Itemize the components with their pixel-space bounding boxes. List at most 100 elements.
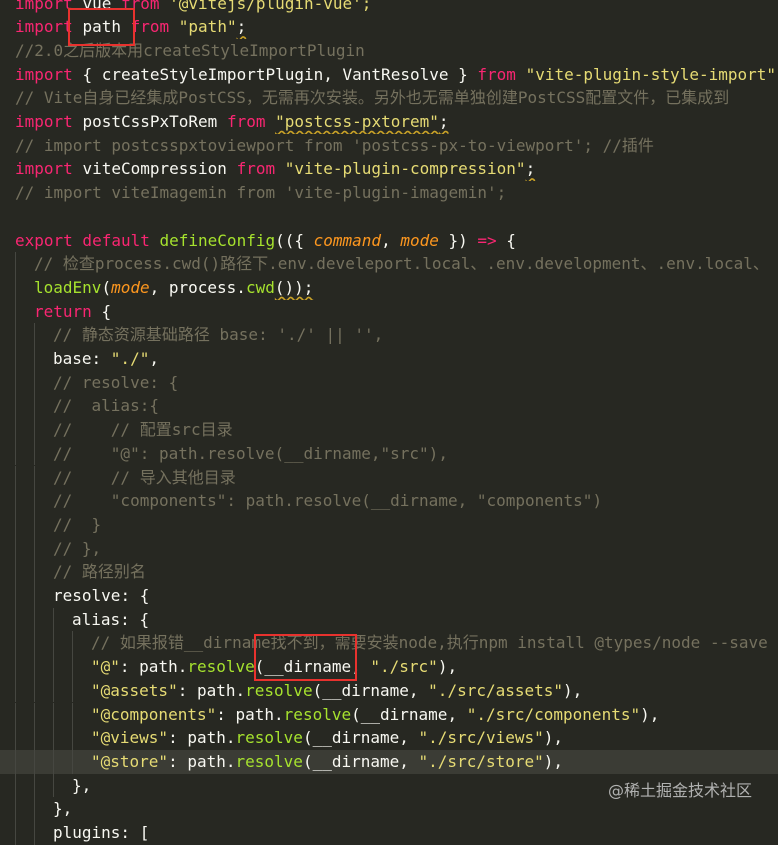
code-token: ()); [274,277,314,297]
code-token: resolve [245,680,313,700]
code-token: mode [111,277,150,297]
code-line: return { [0,299,778,324]
code-token: }, [72,775,92,795]
code-text: import viteCompression from "vite-plugin… [15,157,535,181]
code-token: "@components" [91,704,217,724]
code-token: postCssPxToRem [82,112,227,131]
code-token: => [477,230,497,250]
code-token: // import viteImagemin from 'vite-plugin… [15,183,507,203]
code-token: // } [53,514,102,534]
code-text: // 路径别名 [53,560,146,584]
code-token: (__dirname, [351,704,467,724]
code-token: // resolve: { [53,372,179,392]
code-token: "./src/views" [418,728,544,748]
code-token: , [149,349,159,368]
code-line: // import viteImagemin from 'vite-plugin… [0,181,778,205]
code-token: // "@": path.resolve(__dirname,"src"), [53,443,448,463]
code-token: from [477,64,526,84]
code-token: ( [101,277,112,297]
code-token: resolve [283,704,352,724]
code-token: import [15,159,83,179]
indent-guide [34,418,35,442]
code-line: "@views": path.resolve(__dirname, "./src… [0,726,778,750]
code-line: import { createStyleImportPlugin, VantRe… [0,63,778,87]
code-token: "./src/components" [466,704,641,724]
code-text: // "@": path.resolve(__dirname,"src"), [53,442,448,466]
code-token: // // 导入其他目录 [53,467,236,487]
indent-guide [15,347,16,371]
code-token: "./src/store" [418,751,544,771]
code-text: // alias:{ [53,394,159,418]
indent-guide [53,773,54,798]
indent-guide [34,797,35,821]
code-token: alias [72,609,121,629]
code-token: export default [15,230,160,250]
indent-guide [34,702,35,727]
code-token: , process. [149,277,246,297]
code-token: from [236,159,285,179]
indent-guide [53,726,54,750]
code-line: // // 配置src目录 [0,418,778,442]
code-token: ; [236,17,247,37]
indent-guide [34,631,35,656]
code-token: (__dirname, [312,680,429,700]
code-line: export default defineConfig(({ command, … [0,229,778,253]
indent-guide [34,607,35,632]
code-text: //2.0之后版本用createStyleImportPlugin [15,39,365,63]
code-text: // 如果报错__dirname找不到，需要安装node,执行npm insta… [91,631,768,655]
indent-guide [34,512,35,537]
code-line: import vue from '@vitejs/plugin-vue'; [0,0,778,15]
code-token: (__dirname, [254,657,371,677]
code-text: // Vite自身已经集成PostCSS，无需再次安装。另外也无需单独创建Pos… [15,86,729,110]
code-token: : path. [216,704,284,724]
code-token: { createStyleImportPlugin, VantResolve } [82,64,478,84]
indent-guide [34,773,35,798]
indent-guide [15,323,16,347]
code-line: // resolve: { [0,370,778,395]
indent-guide [15,678,16,703]
indent-guide [15,560,16,584]
code-text: // import postcsspxtoviewport from 'post… [15,134,654,158]
code-token: loadEnv [34,277,102,297]
code-token: base [53,349,92,368]
code-line: import path from "path"; [0,15,778,39]
code-token: plugins: [ [53,823,150,842]
code-line: "@store": path.resolve(__dirname, "./src… [0,749,778,774]
code-token: // Vite自身已经集成PostCSS，无需再次安装。另外也无需单独创建Pos… [15,88,730,108]
indent-guide [15,441,16,466]
code-text: // "components": path.resolve(__dirname,… [53,489,602,513]
indent-guide [15,275,16,300]
code-token: return [34,301,102,321]
indent-guide [53,749,54,774]
indent-guide [34,536,35,561]
code-text: return { [34,300,111,324]
indent-guide [34,323,35,347]
code-text: "@assets": path.resolve(__dirname, "./sr… [91,679,582,703]
indent-guide [34,489,35,513]
code-token: import [15,0,83,13]
code-token: command [313,230,382,250]
code-line: // 静态资源基础路径 base: './' || '', [0,323,778,347]
code-text: // 检查process.cwd()路径下.env.develeport.loc… [34,252,769,276]
code-token: from [120,0,170,13]
code-text: // 静态资源基础路径 base: './' || '', [53,323,383,347]
code-token: // }, [53,538,102,558]
indent-guide [15,726,16,750]
code-line: import viteCompression from "vite-plugin… [0,157,778,181]
code-line: // import postcsspxtoviewport from 'post… [0,134,778,158]
code-text: import postCssPxToRem from "postcss-pxto… [15,110,449,134]
indent-guide [15,370,16,395]
code-text: import vue from '@vitejs/plugin-vue'; [15,0,371,15]
indent-guide [15,773,16,798]
code-text: base: "./", [53,347,159,371]
code-token: // import postcsspxtoviewport from 'post… [15,135,654,155]
code-text: "@": path.resolve(__dirname, "./src"), [91,655,457,679]
indent-guide [15,584,16,608]
code-editor[interactable]: import vue from '@vitejs/plugin-vue'; imp… [0,0,778,845]
indent-guide [15,797,16,821]
code-token: : path. [168,728,236,748]
code-line: alias: { [0,607,778,632]
indent-guide [15,655,16,679]
indent-guide [34,370,35,395]
